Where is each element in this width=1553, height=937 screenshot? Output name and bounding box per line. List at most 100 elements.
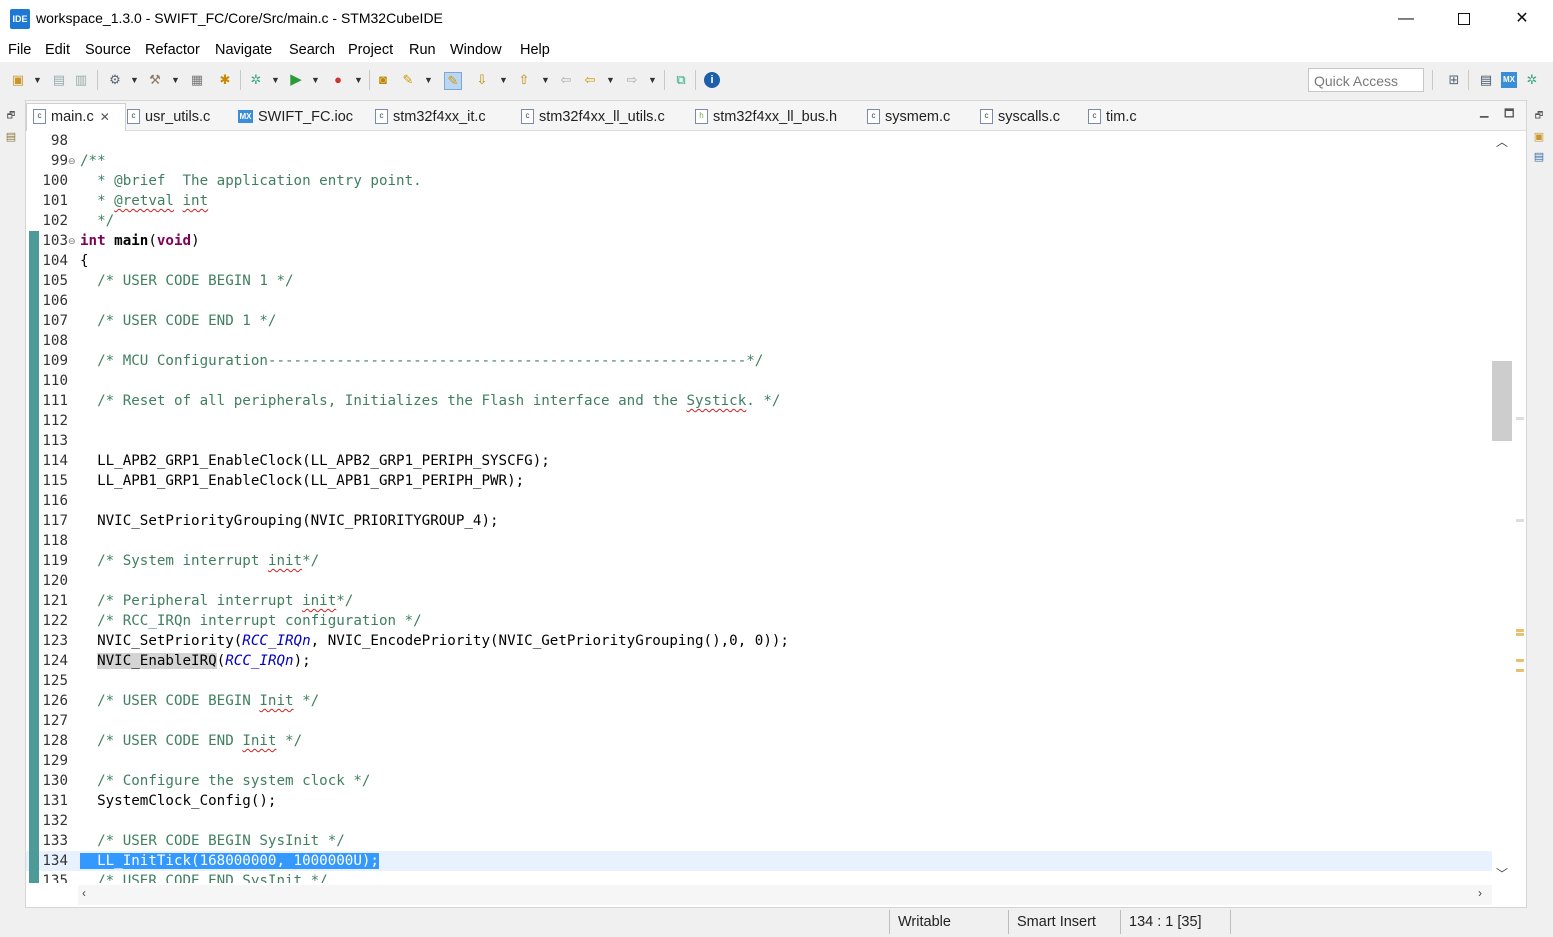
code-line[interactable]: 102 */: [26, 211, 1492, 231]
menu-search[interactable]: Search: [289, 42, 335, 58]
scroll-down-icon[interactable]: ﹀: [1496, 865, 1508, 882]
back-icon[interactable]: ⇦: [582, 72, 598, 88]
debug-config-icon[interactable]: ✲: [248, 72, 264, 88]
code-line[interactable]: 105 /* USER CODE BEGIN 1 */: [26, 271, 1492, 291]
tab-swift-fc-ioc[interactable]: MX SWIFT_FC.ioc: [238, 105, 353, 129]
menu-source[interactable]: Source: [85, 42, 131, 58]
search-icon[interactable]: ✎: [400, 72, 416, 88]
code-line[interactable]: 113: [26, 431, 1492, 451]
save-all-icon[interactable]: ▥: [73, 72, 89, 88]
vertical-scroll-thumb[interactable]: [1492, 361, 1512, 441]
build-all-icon[interactable]: ▦: [189, 72, 205, 88]
overview-mark[interactable]: [1516, 669, 1524, 672]
menu-window[interactable]: Window: [450, 42, 502, 58]
debug-icon[interactable]: ✱: [217, 72, 233, 88]
build-settings-dropdown-icon[interactable]: ▼: [130, 72, 139, 88]
menu-refactor[interactable]: Refactor: [145, 42, 200, 58]
code-line[interactable]: 109 /* MCU Configuration----------------…: [26, 351, 1492, 371]
build-icon[interactable]: ⚒: [147, 72, 163, 88]
code-line[interactable]: 119 /* System interrupt init*/: [26, 551, 1492, 571]
overview-ruler[interactable]: [1514, 131, 1526, 883]
code-line[interactable]: 127: [26, 711, 1492, 731]
code-line[interactable]: 120: [26, 571, 1492, 591]
previous-annotation-dropdown-icon[interactable]: ▼: [541, 72, 550, 88]
debug-dropdown-icon[interactable]: ▼: [271, 72, 280, 88]
search-dropdown-icon[interactable]: ▼: [424, 72, 433, 88]
menu-navigate[interactable]: Navigate: [215, 42, 272, 58]
forward-dropdown-icon[interactable]: ▼: [648, 72, 657, 88]
code-line[interactable]: 112: [26, 411, 1492, 431]
code-line[interactable]: 135 /* USER CODE END SysInit */: [26, 871, 1492, 883]
open-type-icon[interactable]: ◙: [375, 72, 391, 88]
overview-mark[interactable]: [1516, 659, 1524, 662]
code-line[interactable]: 116: [26, 491, 1492, 511]
info-icon[interactable]: i: [704, 72, 720, 88]
project-explorer-icon[interactable]: ▤: [4, 130, 18, 144]
code-line[interactable]: 128 /* USER CODE END Init */: [26, 731, 1492, 751]
debug-perspective-icon[interactable]: ✲: [1524, 72, 1540, 88]
build-dropdown-icon[interactable]: ▼: [171, 72, 180, 88]
code-line[interactable]: 126 /* USER CODE BEGIN Init */: [26, 691, 1492, 711]
code-editor[interactable]: 98 99 ⊖/** 100 * @brief The application ent…: [26, 131, 1492, 883]
code-line[interactable]: 104 {: [26, 251, 1492, 271]
minimize-button[interactable]: —: [1377, 0, 1435, 38]
menu-project[interactable]: Project: [348, 42, 393, 58]
fold-toggle-icon[interactable]: ⊖: [68, 231, 76, 251]
code-line[interactable]: 132: [26, 811, 1492, 831]
fold-toggle-icon[interactable]: ⊖: [68, 151, 76, 171]
next-annotation-dropdown-icon[interactable]: ▼: [499, 72, 508, 88]
code-line[interactable]: 106: [26, 291, 1492, 311]
last-edit-location-icon[interactable]: ⇦: [558, 72, 574, 88]
code-line[interactable]: 123 NVIC_SetPriority(RCC_IRQn, NVIC_Enco…: [26, 631, 1492, 651]
tab-stm32f4xx-it-c[interactable]: c stm32f4xx_it.c: [375, 105, 486, 129]
scroll-up-icon[interactable]: ︿: [1496, 133, 1508, 150]
code-line[interactable]: 129: [26, 751, 1492, 771]
cpp-perspective-icon[interactable]: ▤: [1478, 72, 1494, 88]
run-dropdown-icon[interactable]: ▼: [311, 72, 320, 88]
restore-icon[interactable]: 🗗: [1532, 108, 1546, 122]
minimize-editor-icon[interactable]: ▁: [1480, 105, 1488, 118]
code-line[interactable]: 125: [26, 671, 1492, 691]
close-window-button[interactable]: ✕: [1493, 0, 1551, 38]
save-icon[interactable]: ▤: [51, 72, 67, 88]
new-dropdown-icon[interactable]: ▼: [33, 72, 42, 88]
code-line[interactable]: 118: [26, 531, 1492, 551]
code-line[interactable]: 110: [26, 371, 1492, 391]
code-line[interactable]: 114 LL_APB2_GRP1_EnableClock(LL_APB2_GRP…: [26, 451, 1492, 471]
code-line[interactable]: 98: [26, 131, 1492, 151]
quick-access-input[interactable]: Quick Access: [1308, 68, 1424, 92]
code-line[interactable]: 130 /* Configure the system clock */: [26, 771, 1492, 791]
code-line[interactable]: 111 /* Reset of all peripherals, Initial…: [26, 391, 1492, 411]
run-icon[interactable]: ▶: [288, 72, 304, 88]
code-line[interactable]: 99 ⊖/**: [26, 151, 1492, 171]
overview-mark[interactable]: [1516, 633, 1524, 636]
tab-stm32f4xx-ll-utils-c[interactable]: c stm32f4xx_ll_utils.c: [521, 105, 665, 129]
horizontal-scrollbar[interactable]: ‹ ›: [78, 885, 1492, 905]
external-tools-icon[interactable]: ●: [330, 72, 346, 88]
code-line[interactable]: 101 * @retval int: [26, 191, 1492, 211]
menu-file[interactable]: File: [8, 42, 31, 58]
restore-icon[interactable]: 🗗: [4, 108, 18, 122]
menu-run[interactable]: Run: [409, 42, 436, 58]
tab-sysmem-c[interactable]: c sysmem.c: [867, 105, 950, 129]
code-line[interactable]: 115 LL_APB1_GRP1_EnableClock(LL_APB1_GRP…: [26, 471, 1492, 491]
vertical-scrollbar[interactable]: ︿ ﹀: [1492, 131, 1512, 883]
code-line[interactable]: 131 SystemClock_Config();: [26, 791, 1492, 811]
menu-help[interactable]: Help: [520, 42, 550, 58]
previous-annotation-icon[interactable]: ⇧: [516, 72, 532, 88]
open-perspective-icon[interactable]: ⊞: [1446, 72, 1462, 88]
tab-usr-utils-c[interactable]: c usr_utils.c: [127, 105, 210, 129]
code-line[interactable]: 108: [26, 331, 1492, 351]
back-dropdown-icon[interactable]: ▼: [606, 72, 615, 88]
console-view-icon[interactable]: ▤: [1532, 150, 1546, 164]
new-file-icon[interactable]: ▣: [10, 72, 26, 88]
forward-icon[interactable]: ⇨: [624, 72, 640, 88]
code-line[interactable]: 121 /* Peripheral interrupt init*/: [26, 591, 1492, 611]
tab-stm32f4xx-ll-bus-h[interactable]: h stm32f4xx_ll_bus.h: [695, 105, 837, 129]
tab-syscalls-c[interactable]: c syscalls.c: [980, 105, 1060, 129]
scroll-right-icon[interactable]: ›: [1478, 886, 1482, 900]
external-tools-dropdown-icon[interactable]: ▼: [354, 72, 363, 88]
scroll-left-icon[interactable]: ‹: [82, 886, 86, 900]
tab-tim-c[interactable]: c tim.c: [1088, 105, 1137, 129]
code-line[interactable]: 100 * @brief The application entry point…: [26, 171, 1492, 191]
